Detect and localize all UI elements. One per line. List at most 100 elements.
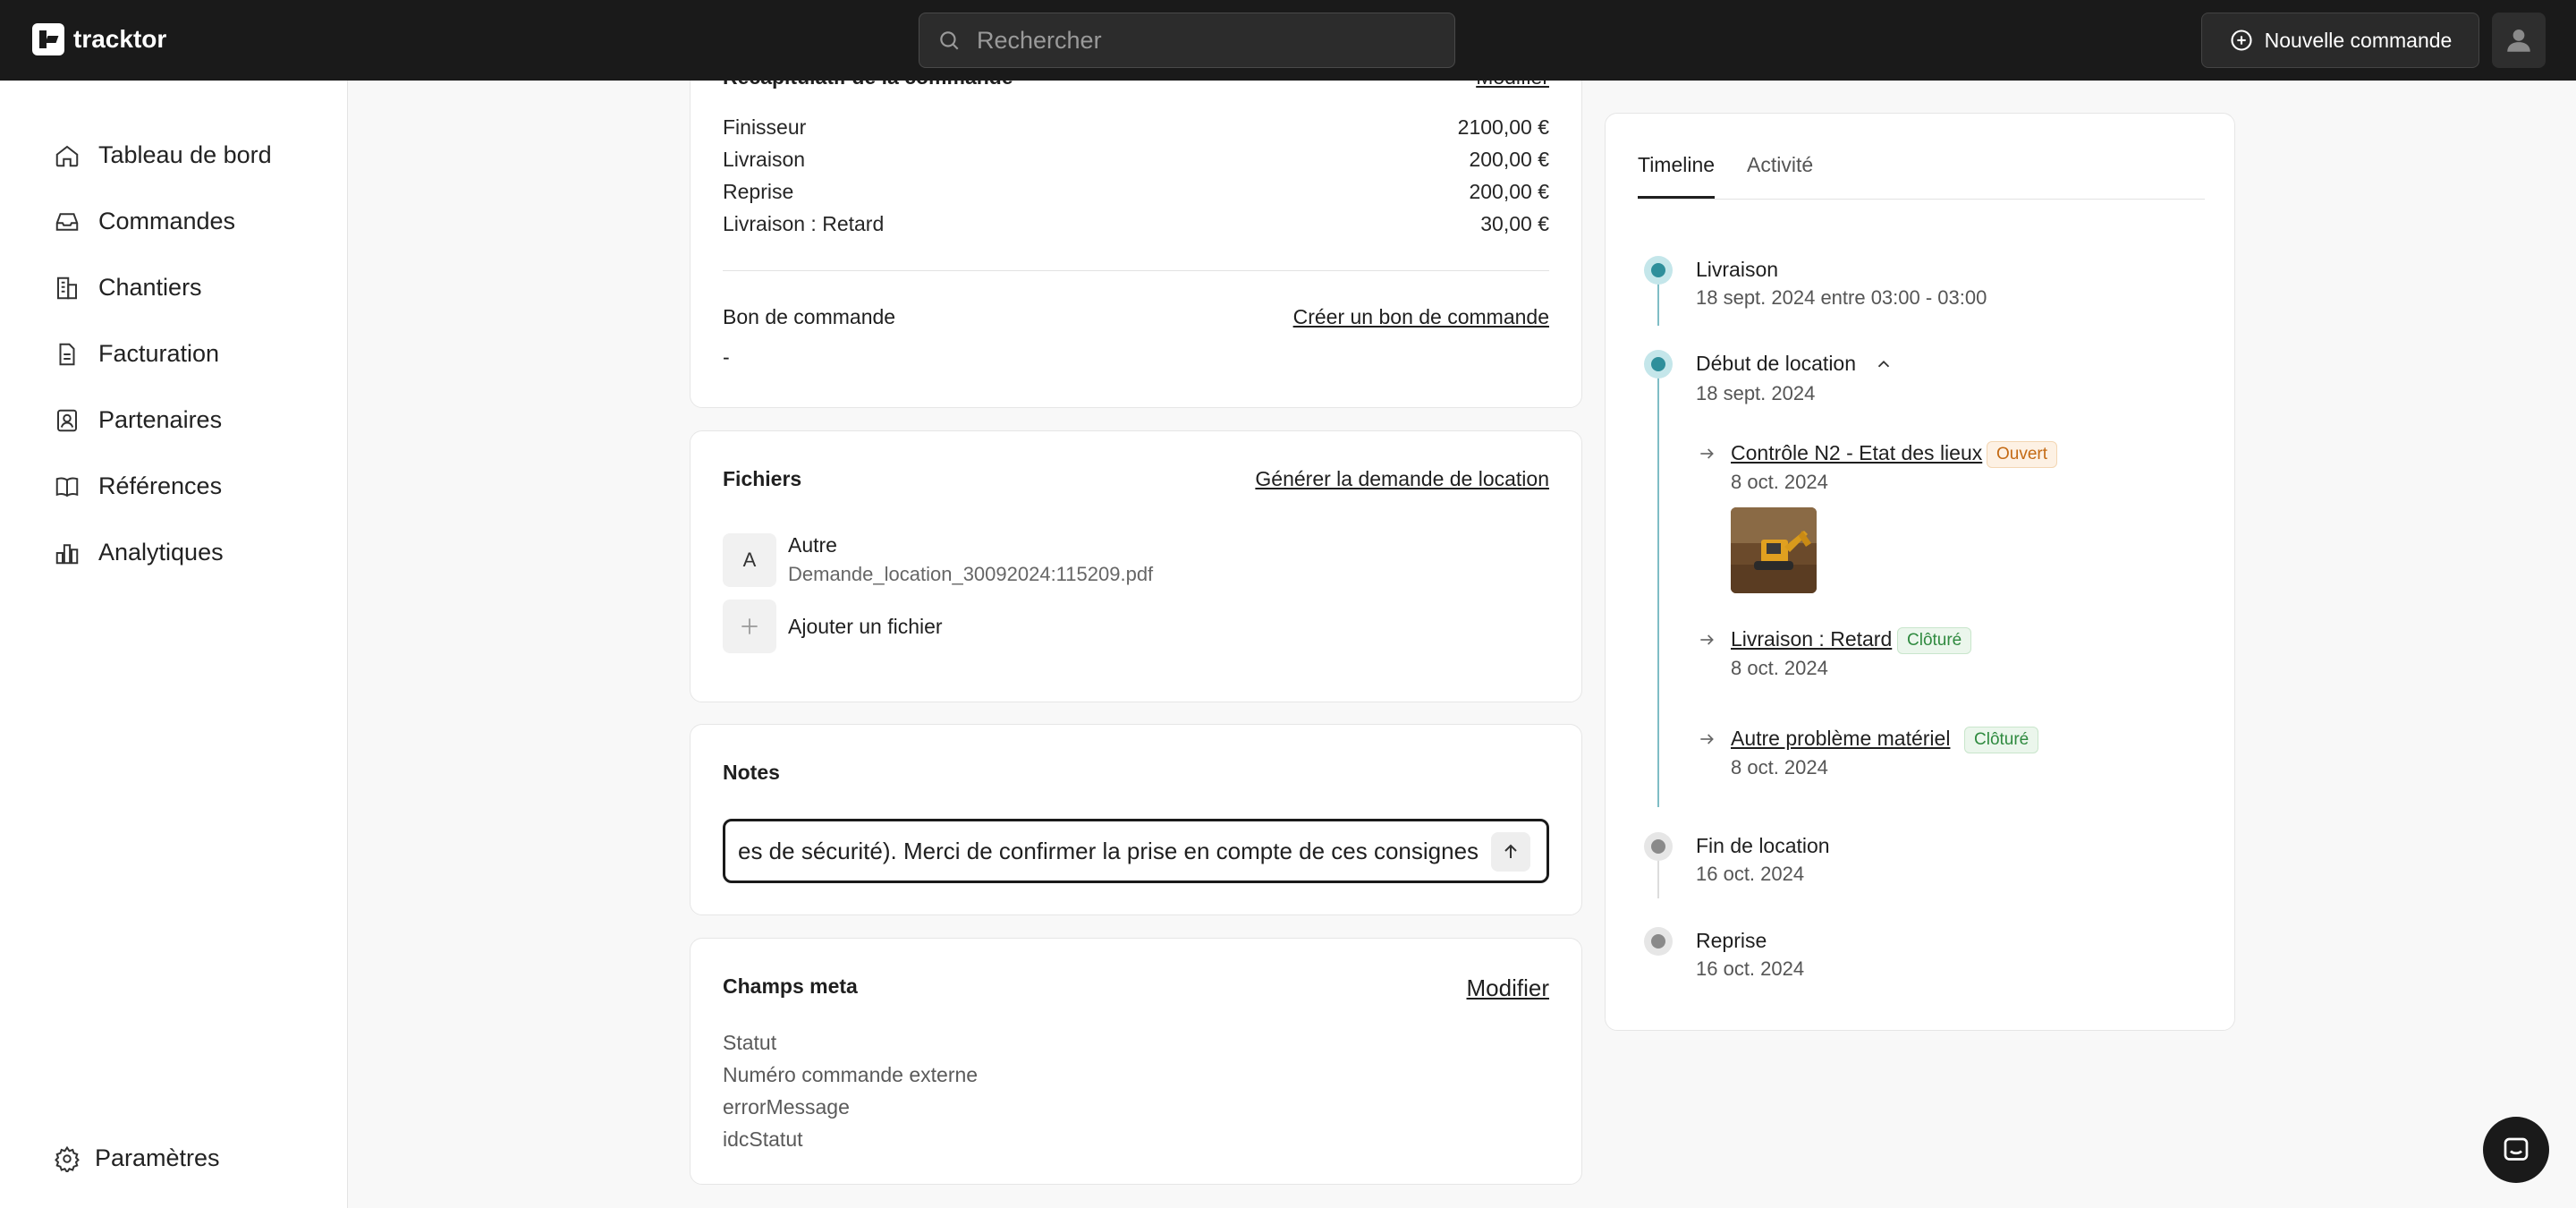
- search-bar[interactable]: [919, 13, 1455, 68]
- timeline-dot-pending: [1644, 927, 1673, 956]
- arrow-right-icon: [1700, 734, 1714, 744]
- sidebar-item-partners[interactable]: Partenaires: [54, 406, 222, 434]
- summary-line: Livraison 200,00 €: [723, 148, 1549, 172]
- top-bar: tracktor Nouvelle commande: [0, 0, 2576, 81]
- sidebar-item-label: Facturation: [98, 340, 220, 367]
- send-note-button[interactable]: [1491, 832, 1530, 872]
- meta-title: Champs meta: [723, 974, 858, 998]
- purchase-order-title: Bon de commande: [723, 305, 896, 328]
- meta-edit-link[interactable]: Modifier: [1467, 974, 1549, 1002]
- event-title: Livraison: [1696, 258, 1779, 281]
- app-name: tracktor: [73, 25, 167, 53]
- sidebar-item-billing[interactable]: Facturation: [54, 340, 219, 368]
- file-type-avatar: A: [723, 533, 776, 587]
- timeline-dot-pending: [1644, 832, 1673, 861]
- line-label: Reprise: [723, 180, 794, 203]
- book-icon: [55, 476, 79, 497]
- home-icon: [55, 145, 79, 166]
- bar-chart-icon: [55, 543, 79, 564]
- sidebar-item-label: Partenaires: [98, 406, 223, 433]
- summary-line: Finisseur 2100,00 €: [723, 115, 1549, 140]
- line-label: Livraison: [723, 148, 806, 171]
- line-amount: 200,00 €: [1469, 180, 1549, 203]
- meta-field-label: Statut: [723, 1031, 777, 1054]
- tab-timeline[interactable]: Timeline: [1638, 153, 1715, 177]
- arrow-right-icon: [1700, 448, 1714, 459]
- support-chat-button[interactable]: [2483, 1117, 2549, 1183]
- arrow-right-icon: [1700, 634, 1714, 645]
- event-date: 16 oct. 2024: [1696, 863, 1805, 885]
- summary-line: Livraison : Retard 30,00 €: [723, 212, 1549, 236]
- incident-date: 8 oct. 2024: [1731, 657, 1828, 679]
- incident-link[interactable]: Autre problème matériel: [1731, 727, 1950, 751]
- sidebar-item-label: Références: [98, 472, 223, 499]
- order-summary-card: Récapitulatif de la commande Modifier Fi…: [690, 36, 1582, 408]
- timeline-connector: [1657, 283, 1659, 326]
- active-tab-indicator: [1638, 196, 1715, 199]
- sidebar-item-dashboard[interactable]: Tableau de bord: [54, 141, 272, 169]
- files-card: Fichiers Générer la demande de location …: [690, 430, 1582, 702]
- new-order-button[interactable]: Nouvelle commande: [2201, 13, 2479, 68]
- contact-icon: [57, 409, 77, 431]
- sidebar-settings[interactable]: Paramètres: [54, 1144, 220, 1172]
- meta-field-label: idcStatut: [723, 1127, 803, 1151]
- line-amount: 2100,00 €: [1457, 115, 1549, 139]
- sidebar: Tableau de bord Commandes Chantiers Fact…: [0, 81, 348, 1208]
- summary-line: Reprise 200,00 €: [723, 180, 1549, 204]
- sidebar-item-label: Tableau de bord: [98, 141, 272, 168]
- incident-link[interactable]: Livraison : Retard: [1731, 627, 1892, 651]
- incident-date: 8 oct. 2024: [1731, 471, 1828, 493]
- excavator-photo-image: [1731, 507, 1817, 593]
- sidebar-item-label: Analytiques: [98, 539, 224, 566]
- line-label: Finisseur: [723, 115, 807, 139]
- notes-value: es de sécurité). Merci de confirmer la p…: [738, 837, 1479, 864]
- timeline-dot-done: [1644, 256, 1673, 285]
- logo-icon: [32, 23, 64, 55]
- file-name-link[interactable]: Demande_location_30092024:115209.pdf: [788, 563, 1153, 586]
- tabs-divider: [1638, 199, 2205, 200]
- notes-title: Notes: [723, 761, 780, 784]
- files-title: Fichiers: [723, 467, 802, 490]
- event-date: 18 sept. 2024: [1696, 382, 1816, 404]
- event-title: Fin de location: [1696, 834, 1830, 857]
- search-input[interactable]: [977, 26, 1424, 55]
- document-icon: [59, 343, 75, 365]
- incident-date: 8 oct. 2024: [1731, 756, 1828, 778]
- event-date: 18 sept. 2024 entre 03:00 - 03:00: [1696, 286, 1987, 309]
- sidebar-item-references[interactable]: Références: [54, 472, 222, 500]
- purchase-order-value: -: [723, 345, 730, 369]
- sidebar-item-sites[interactable]: Chantiers: [54, 274, 202, 302]
- sidebar-item-orders[interactable]: Commandes: [54, 208, 235, 235]
- incident-link[interactable]: Contrôle N2 - Etat des lieux: [1731, 441, 1982, 465]
- generate-rental-request-link[interactable]: Générer la demande de location: [1255, 467, 1549, 491]
- timeline-connector: [1657, 861, 1659, 898]
- arrow-up-icon: [1504, 844, 1517, 858]
- user-icon: [2507, 29, 2530, 52]
- buildings-icon: [57, 276, 77, 299]
- file-type: Autre: [788, 533, 837, 557]
- search-icon: [940, 31, 959, 50]
- add-file-button[interactable]: [723, 600, 776, 653]
- status-badge-closed: Clôturé: [1897, 627, 1972, 654]
- line-label: Livraison : Retard: [723, 212, 885, 235]
- user-menu-button[interactable]: [2492, 13, 2546, 68]
- settings-label: Paramètres: [95, 1144, 220, 1171]
- create-purchase-order-link[interactable]: Créer un bon de commande: [1293, 305, 1549, 329]
- app-logo[interactable]: tracktor: [32, 23, 166, 55]
- plus-icon: [741, 618, 758, 634]
- add-file-label[interactable]: Ajouter un fichier: [788, 615, 943, 639]
- notes-input[interactable]: es de sécurité). Merci de confirmer la p…: [723, 819, 1549, 883]
- chevron-up-icon[interactable]: [1874, 354, 1894, 374]
- line-amount: 30,00 €: [1480, 212, 1549, 235]
- incident-photo-thumbnail[interactable]: [1731, 507, 1817, 593]
- status-badge-open: Ouvert: [1987, 441, 2058, 468]
- tab-activity[interactable]: Activité: [1747, 153, 1813, 177]
- chat-icon: [2504, 1137, 2529, 1161]
- inbox-icon: [55, 212, 79, 231]
- sidebar-item-analytics[interactable]: Analytiques: [54, 539, 224, 566]
- timeline-card: Timeline Activité: [1605, 113, 2235, 1031]
- timeline-connector: [1657, 378, 1659, 807]
- event-title: Début de location: [1696, 352, 1857, 375]
- meta-fields-card: Champs meta Modifier Statut Numéro comma…: [690, 938, 1582, 1185]
- event-title: Reprise: [1696, 929, 1767, 952]
